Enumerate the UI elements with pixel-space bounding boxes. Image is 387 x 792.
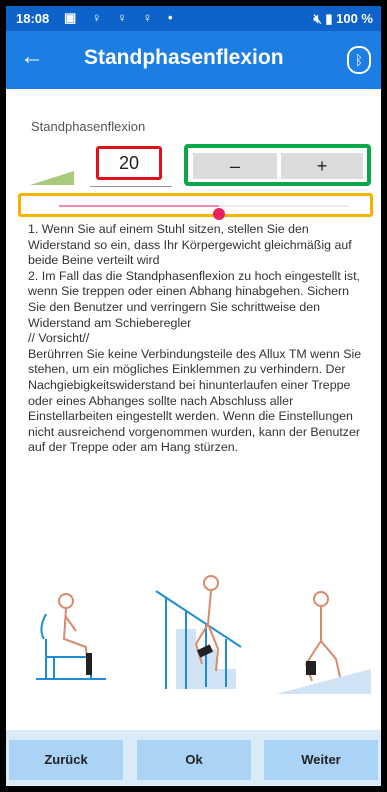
sitting-illustration xyxy=(36,593,106,680)
mute-icon: 🔇︎ xyxy=(313,11,326,26)
bluetooth-icon[interactable]: ᛒ xyxy=(347,46,371,74)
app-screen: 18:08 ▣ ♀ ♀ ♀ • 🔇︎ ▮ 100 % ← Standphasen… xyxy=(6,6,381,786)
status-right: 🔇︎ ▮ 100 % xyxy=(314,11,373,27)
slope-illustration xyxy=(276,591,371,694)
value-highlight: 20 xyxy=(96,146,162,180)
ok-button[interactable]: Ok xyxy=(137,740,251,780)
bottom-button-bar: Zurück Ok Weiter xyxy=(6,730,381,786)
slider-highlight xyxy=(18,193,373,220)
battery-icon: ▮ xyxy=(325,11,333,26)
main-content: Standphasenflexion 20 – + 1. Wenn Sie au… xyxy=(6,89,381,729)
stepper-highlight: – + xyxy=(184,144,371,186)
instruction-2: 2. Im Fall das die Standphasenflexion zu… xyxy=(28,268,360,330)
status-bar: 18:08 ▣ ♀ ♀ ♀ • 🔇︎ ▮ 100 % xyxy=(6,6,381,31)
app-bar: ← Standphasenflexion ᛒ xyxy=(6,31,381,89)
caution-heading: // Vorsicht// xyxy=(28,331,90,346)
increase-button[interactable]: + xyxy=(281,153,363,179)
instruction-1: 1. Wenn Sie auf einem Stuhl sitzen, stel… xyxy=(28,222,352,268)
instructions: 1. Wenn Sie auf einem Stuhl sitzen, stel… xyxy=(28,222,363,456)
status-time: 18:08 xyxy=(16,11,50,26)
next-button[interactable]: Weiter xyxy=(264,740,378,780)
page-title: Standphasenflexion xyxy=(84,46,284,69)
decrease-button[interactable]: – xyxy=(193,153,277,179)
value-field[interactable]: 20 xyxy=(99,153,159,174)
illustrations xyxy=(36,575,371,694)
slider-thumb[interactable] xyxy=(212,208,225,220)
arrow-left-icon[interactable]: ← xyxy=(20,43,44,71)
setting-label: Standphasenflexion xyxy=(31,119,146,134)
ramp-icon xyxy=(30,171,74,185)
battery-level: 100 % xyxy=(336,11,373,26)
slider-fill xyxy=(59,205,219,207)
slider-track[interactable] xyxy=(59,205,349,220)
notification-icons: ▣ ♀ ♀ ♀ • xyxy=(64,10,179,25)
caution-text: Berührren Sie keine Verbindungsteile des… xyxy=(28,346,362,455)
value-underline xyxy=(90,186,172,187)
stairs-illustration xyxy=(155,575,242,689)
back-button[interactable]: Zurück xyxy=(9,740,123,780)
